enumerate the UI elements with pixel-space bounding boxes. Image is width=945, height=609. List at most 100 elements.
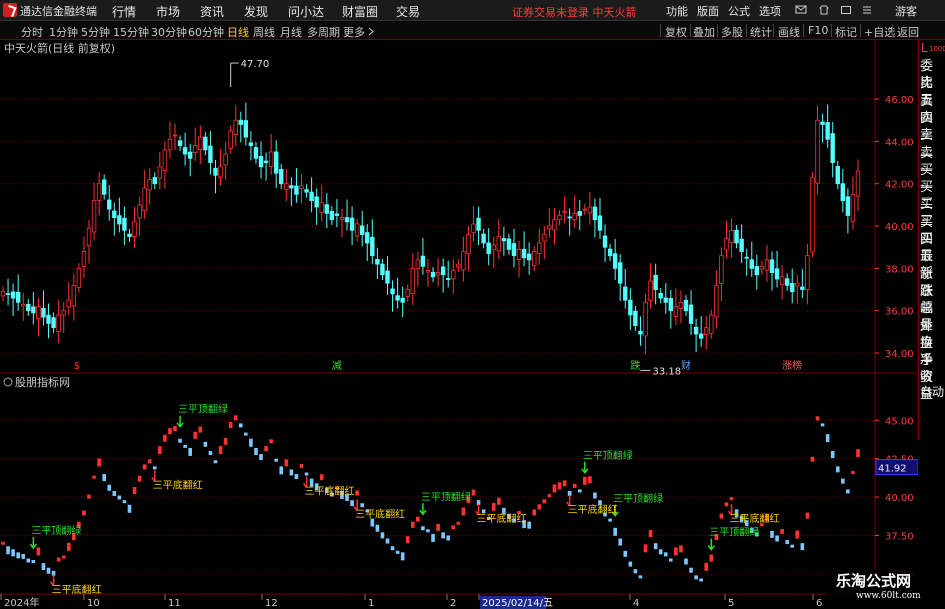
menu-shichang[interactable]: 市场 [156,3,180,20]
period-30min[interactable]: 30分钟 [151,24,187,40]
quote-header: L 1000 [921,41,945,55]
indicator-bar [436,523,440,531]
menu-gongneng[interactable]: 功能 [666,3,688,19]
tool-back[interactable]: 返回 [897,24,919,40]
candle [516,240,522,278]
candle [542,226,547,260]
signal-bottom-label: 三平底翻红 [568,503,618,516]
candle [324,193,329,229]
candle [683,295,689,317]
period-5min[interactable]: 5分钟 [81,24,110,40]
tool-f10[interactable]: F10 [808,24,828,37]
indicator-bar [790,544,795,548]
candle [749,241,754,277]
candle [840,168,846,213]
indicator-bar [390,546,395,551]
menu-zixun[interactable]: 资讯 [200,3,224,20]
period-toolbar: 分时 1分钟 5分钟 15分钟 30分钟 60分钟 日线 周线 月线 多周期 更… [0,22,945,40]
candle [476,206,481,246]
period-weekly[interactable]: 周线 [253,24,275,40]
indicator-bar [451,525,456,530]
signal-bottom-label: 三平底翻红 [153,478,203,491]
period-15min[interactable]: 15分钟 [113,24,149,40]
x-axis-label: 5 [728,598,734,609]
price-tick: 36.00 [885,307,914,318]
indicator-bar [355,490,359,496]
candle [319,184,324,222]
candle [253,142,259,164]
menu-banmian[interactable]: 版面 [697,3,719,19]
menu-xuanxiang[interactable]: 选项 [759,3,781,19]
indicator-bar [416,516,420,522]
tool-huaxian[interactable]: 画线 [778,24,800,40]
price-tick: 38.00 [885,264,914,275]
signal-top-label: 三平顶翻绿 [583,449,633,462]
tool-tongji[interactable]: 统计 [750,24,772,40]
candle [466,226,471,272]
indicator-bar [461,507,466,516]
indicator-bar [633,569,638,574]
candle [491,236,496,268]
menu-icon[interactable] [861,4,873,16]
indicator-bar [66,542,71,551]
candle [284,168,289,202]
auto-label[interactable]: 自动 [920,384,944,401]
candle [26,299,31,317]
menu-jiaoyi[interactable]: 交易 [396,3,420,20]
indicator-bar [775,535,779,542]
indicator-bar [6,546,10,555]
indicator-bar [653,543,658,550]
menu-caifuquan[interactable]: 财富圈 [342,3,378,20]
tool-add-watchlist[interactable]: +自选 [864,24,895,40]
candle [289,177,294,206]
candle [552,208,557,245]
indicator-bar [228,421,233,428]
menu-hangqing[interactable]: 行情 [112,3,136,20]
period-monthly[interactable]: 月线 [280,24,302,40]
candle [623,269,628,309]
candle [385,256,390,295]
signal-top-label: 三平顶翻绿 [31,524,81,537]
candle [142,169,147,220]
indicator-bar [400,552,405,561]
period-more[interactable]: 更多 [343,24,365,40]
indicator-bar [36,547,41,556]
tool-fuquan[interactable]: 复权 [665,24,687,40]
candle [648,263,653,309]
indicator-bar [193,431,198,439]
guest-label[interactable]: 游客 [895,3,917,19]
candle [724,220,729,259]
x-axis-label: 11 [168,598,181,609]
event-marker: 跌 [630,359,640,372]
period-multi[interactable]: 多周期 [307,24,340,40]
indicator-bar [724,502,729,507]
indicator-bar [92,475,96,479]
candle [228,125,233,154]
skin-icon[interactable] [818,4,830,16]
message-icon[interactable] [795,4,807,16]
period-daily[interactable]: 日线 [227,24,249,40]
candle [673,288,679,325]
indicator-bar [269,439,273,444]
x-axis-label: 10 [87,598,100,609]
indicator-bar [16,552,20,559]
chevron-right-icon[interactable] [368,27,374,36]
indicator-bar [810,456,815,462]
tool-biaoji[interactable]: 标记 [835,24,857,40]
menu-faxian[interactable]: 发现 [244,3,268,20]
x-axis-label: 4 [633,598,639,609]
menu-wenxiaoda[interactable]: 问小达 [288,3,324,20]
window-icon[interactable] [840,4,852,16]
kline-chart[interactable]: 34.0036.0038.0040.0042.0044.0046.0035.00… [0,40,918,609]
indicator-bar [294,474,299,480]
indicator-bar [663,552,668,557]
tool-diejia[interactable]: 叠加 [693,24,715,40]
period-fenshi[interactable]: 分时 [21,24,43,40]
candle [339,209,345,238]
candle [481,228,486,249]
tool-duogu[interactable]: 多股 [721,24,743,40]
period-1min[interactable]: 1分钟 [49,24,78,40]
period-60min[interactable]: 60分钟 [188,24,224,40]
indicator-bar [208,451,213,456]
menu-gongshi[interactable]: 公式 [728,3,750,19]
